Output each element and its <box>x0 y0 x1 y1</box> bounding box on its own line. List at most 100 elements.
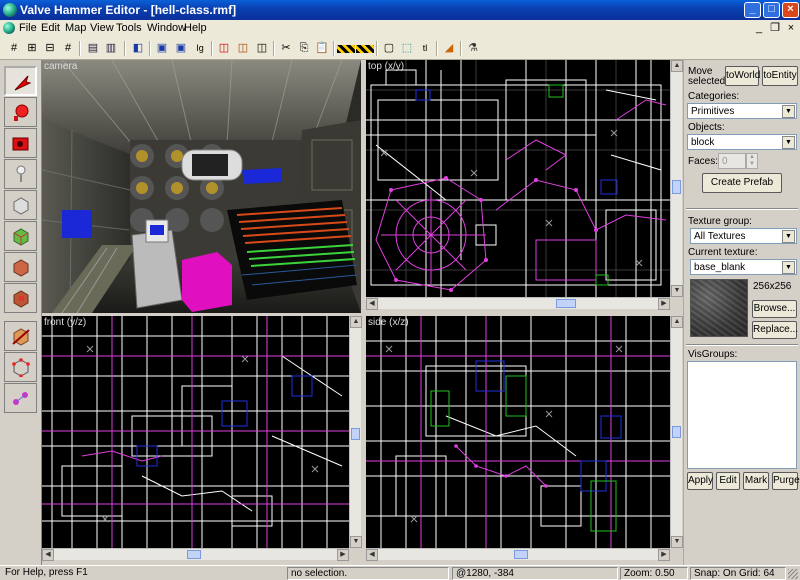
scroll-up-icon[interactable]: ▲ <box>671 316 683 328</box>
cube-icon[interactable]: ◫ <box>253 40 271 57</box>
create-prefab-button[interactable]: Create Prefab <box>702 173 782 193</box>
grid-small-icon[interactable]: ⊞ <box>23 40 41 57</box>
run-map-icon[interactable]: ◢ <box>440 40 458 57</box>
magnify-tool[interactable] <box>4 97 37 127</box>
to-entity-button[interactable]: toEntity <box>762 66 798 86</box>
scroll-thumb[interactable] <box>351 428 360 440</box>
resize-grip-icon[interactable] <box>788 569 798 579</box>
document-icon[interactable] <box>3 22 15 34</box>
top-horizontal-scrollbar[interactable]: ◀ ▶ <box>366 297 670 310</box>
minimize-button[interactable]: _ <box>744 2 761 18</box>
scroll-right-icon[interactable]: ▶ <box>658 549 670 561</box>
brush-icon[interactable]: ◫ <box>234 40 252 57</box>
tool-palette <box>0 60 42 565</box>
status-bar: For Help, press F1 no selection. @1280, … <box>0 565 800 580</box>
path-tool[interactable] <box>4 383 37 413</box>
scroll-thumb[interactable] <box>672 426 681 438</box>
top-vertical-scrollbar[interactable]: ▲ ▼ <box>670 60 683 297</box>
decal-tool[interactable] <box>4 283 37 313</box>
hollow-icon[interactable]: ▥ <box>102 40 120 57</box>
front-vertical-scrollbar[interactable]: ▲ ▼ <box>349 316 362 548</box>
clip-tool[interactable] <box>4 321 37 351</box>
faces-field[interactable]: 0 <box>718 153 746 169</box>
categories-select[interactable]: Primitives ▼ <box>687 103 797 119</box>
menu-map[interactable]: Map <box>65 22 86 34</box>
viewport-top[interactable]: top (x/y) <box>366 60 670 297</box>
select-box-icon[interactable]: ▢ <box>380 40 398 57</box>
paste-icon[interactable]: 📋 <box>313 40 331 57</box>
viewport-camera-label: camera <box>44 61 78 72</box>
scroll-right-icon[interactable]: ▶ <box>337 549 349 561</box>
entity-icon <box>16 165 26 182</box>
group-icon[interactable]: ◧ <box>129 40 147 57</box>
toolbar: # ⊞ ⊟ # ▤ ▥ ◧ ▣ ▣ Ig ◫ ◫ ◫ ✂ ⎘ 📋 ▢ ⬚ tl … <box>0 38 800 60</box>
clip-icon <box>12 328 30 346</box>
menu-help[interactable]: Help <box>184 22 207 34</box>
scroll-up-icon[interactable]: ▲ <box>350 316 362 328</box>
front-horizontal-scrollbar[interactable]: ◀ ▶ <box>42 548 349 561</box>
scroll-thumb[interactable] <box>187 550 201 559</box>
purge-button[interactable]: Purge <box>772 472 800 490</box>
entity-tool[interactable] <box>4 159 37 189</box>
scroll-down-icon[interactable]: ▼ <box>350 536 362 548</box>
ignore-groups-icon[interactable]: Ig <box>191 40 209 57</box>
mark-button[interactable]: Mark <box>743 472 769 490</box>
viewport-front[interactable]: front (y/z) <box>42 316 349 548</box>
maximize-button[interactable]: □ <box>763 2 780 18</box>
faces-spinner[interactable]: ▲ ▼ <box>746 153 758 169</box>
grid-large-icon[interactable]: ⊟ <box>41 40 59 57</box>
hide-icon[interactable]: ▣ <box>172 40 190 57</box>
cut-icon[interactable]: ✂ <box>277 40 295 57</box>
block-tool[interactable] <box>4 190 37 220</box>
browse-button[interactable]: Browse... <box>752 300 797 318</box>
grid-plus-icon[interactable]: # <box>59 40 77 57</box>
scroll-right-icon[interactable]: ▶ <box>658 298 670 310</box>
hatch-icon[interactable] <box>337 45 355 53</box>
camera-tool[interactable] <box>4 128 37 158</box>
side-vertical-scrollbar[interactable]: ▲ ▼ <box>670 316 683 548</box>
tl-icon[interactable]: tl <box>416 40 434 57</box>
apply-button[interactable]: Apply <box>687 472 713 490</box>
mdi-minimize-button[interactable]: _ <box>752 21 766 35</box>
scroll-up-icon[interactable]: ▲ <box>671 60 683 72</box>
current-texture-select[interactable]: base_blank ▼ <box>690 259 797 275</box>
mdi-close-button[interactable]: × <box>784 21 798 35</box>
mdi-restore-button[interactable]: ❐ <box>768 21 782 35</box>
scroll-down-icon[interactable]: ▼ <box>671 285 683 297</box>
viewport-top-label: top (x/y) <box>368 61 405 72</box>
carve-icon[interactable]: ▤ <box>84 40 102 57</box>
scroll-thumb[interactable] <box>556 299 576 308</box>
menu-window[interactable]: Window <box>147 22 186 34</box>
vertex-tool[interactable] <box>4 352 37 382</box>
to-world-button[interactable]: toWorld <box>725 66 760 86</box>
side-horizontal-scrollbar[interactable]: ◀ ▶ <box>366 548 670 561</box>
menu-file[interactable]: File <box>19 22 37 34</box>
viewport-camera[interactable]: camera <box>42 60 361 313</box>
scroll-left-icon[interactable]: ◀ <box>366 298 378 310</box>
texture-tool[interactable] <box>4 221 37 251</box>
scroll-thumb[interactable] <box>514 550 528 559</box>
visgroups-list[interactable] <box>687 361 797 469</box>
scroll-thumb[interactable] <box>672 180 681 194</box>
scroll-left-icon[interactable]: ◀ <box>366 549 378 561</box>
replace-button[interactable]: Replace... <box>752 321 798 339</box>
hatch-alt-icon[interactable] <box>356 45 374 53</box>
viewport-side[interactable]: side (x/z) <box>366 316 670 548</box>
edit-button[interactable]: Edit <box>716 472 740 490</box>
apply-texture-tool[interactable] <box>4 252 37 282</box>
scroll-left-icon[interactable]: ◀ <box>42 549 54 561</box>
grid-icon[interactable]: # <box>5 40 23 57</box>
texture-group-select[interactable]: All Textures ▼ <box>690 228 797 244</box>
selection-tool[interactable] <box>4 66 37 96</box>
close-button[interactable]: × <box>782 2 799 18</box>
ungroup-icon[interactable]: ▣ <box>153 40 171 57</box>
entity-report-icon[interactable]: ⚗ <box>464 40 482 57</box>
objects-select[interactable]: block ▼ <box>687 134 797 150</box>
scroll-down-icon[interactable]: ▼ <box>671 536 683 548</box>
texture-lock-icon[interactable]: ◫ <box>215 40 233 57</box>
select-icon[interactable]: ⬚ <box>398 40 416 57</box>
menu-view[interactable]: View <box>90 22 114 34</box>
menu-tools[interactable]: Tools <box>116 22 142 34</box>
copy-icon[interactable]: ⎘ <box>295 40 313 57</box>
menu-edit[interactable]: Edit <box>41 22 60 34</box>
